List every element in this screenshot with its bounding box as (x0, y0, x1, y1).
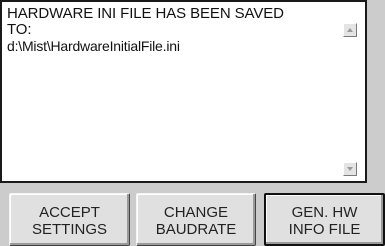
gen-hw-info-file-button[interactable]: GEN. HW INFO FILE (264, 193, 385, 246)
message-text: HARDWARE INI FILE HAS BEEN SAVED TO: d:\… (7, 6, 337, 55)
message-line-2: TO: (7, 21, 32, 38)
scroll-up-button[interactable] (343, 23, 357, 37)
accept-settings-label: ACCEPT SETTINGS (31, 203, 107, 238)
message-line-1: HARDWARE INI FILE HAS BEEN SAVED (7, 5, 284, 22)
saved-file-path: d:\Mist\HardwareInitialFile.ini (7, 38, 180, 54)
message-panel: HARDWARE INI FILE HAS BEEN SAVED TO: d:\… (0, 0, 367, 183)
change-baudrate-label: CHANGE BAUDRATE (155, 203, 237, 238)
change-baudrate-button[interactable]: CHANGE BAUDRATE (136, 193, 256, 246)
scroll-down-icon (347, 167, 353, 171)
accept-settings-button[interactable]: ACCEPT SETTINGS (9, 193, 130, 246)
gen-hw-info-file-label: GEN. HW INFO FILE (288, 203, 361, 238)
scroll-up-icon (347, 28, 353, 32)
scroll-down-button[interactable] (343, 162, 357, 176)
